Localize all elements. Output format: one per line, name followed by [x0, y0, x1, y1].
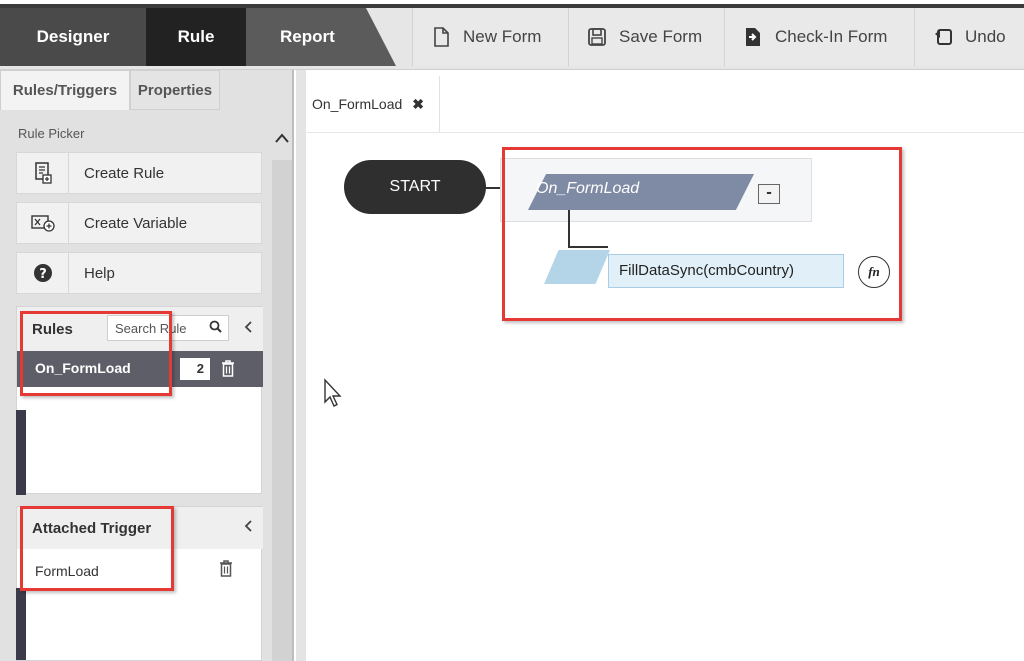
save-icon [587, 27, 607, 47]
mouse-pointer-icon [323, 378, 343, 408]
panel-edge-marker-lower [16, 588, 26, 660]
tab-rule[interactable]: Rule [146, 8, 246, 66]
rules-list-panel: Rules Search Rule On_FormLoad 2 [16, 306, 263, 494]
collapse-trigger-chevron-icon[interactable] [243, 519, 253, 537]
canvas-tab-divider [306, 132, 1024, 133]
rule-node-label: On_FormLoad [536, 180, 640, 197]
attached-trigger-header: Attached Trigger [17, 507, 263, 549]
panel-subtabs: Rules/Triggers Properties [0, 70, 294, 110]
action-node-shape[interactable] [544, 250, 610, 284]
window-top-border [0, 0, 1024, 8]
subtab-rules-triggers[interactable]: Rules/Triggers [0, 70, 130, 110]
delete-trigger-trash-icon[interactable] [218, 559, 236, 579]
action-node[interactable]: FillDataSync(cmbCountry) [608, 254, 844, 288]
search-rule-input[interactable]: Search Rule [107, 315, 229, 341]
help-label: Help [84, 264, 115, 282]
branch-connector-vertical [568, 210, 570, 248]
undo-icon [933, 27, 953, 47]
start-connector [486, 187, 500, 189]
left-panel: Rules/Triggers Properties Rule Picker Cr… [0, 70, 294, 661]
tab-on-formload[interactable]: On_FormLoad ✖ [306, 76, 440, 132]
help-icon: ? [17, 253, 69, 293]
new-document-icon [431, 27, 451, 47]
undo-label: Undo [965, 27, 1006, 46]
close-tab-icon[interactable]: ✖ [412, 96, 424, 113]
rule-list-item[interactable]: On_FormLoad 2 [17, 351, 263, 387]
create-rule-icon [17, 153, 69, 193]
undo-button[interactable]: Undo [914, 8, 1024, 66]
function-icon[interactable]: fn [858, 256, 890, 288]
check-in-form-label: Check-In Form [775, 27, 888, 46]
check-in-form-button[interactable]: Check-In Form [724, 8, 914, 66]
search-rule-text: Search Rule [115, 321, 187, 336]
scroll-up-arrow[interactable] [272, 132, 292, 150]
rule-picker-title: Rule Picker [18, 126, 85, 141]
branch-connector-horizontal [568, 246, 608, 248]
subtab-properties[interactable]: Properties [130, 70, 220, 110]
new-form-button[interactable]: New Form [412, 8, 568, 66]
create-rule-button[interactable]: Create Rule [16, 152, 262, 194]
panel-scrollbar[interactable] [272, 160, 292, 661]
start-node[interactable]: START [344, 160, 486, 214]
tab-designer[interactable]: Designer [0, 8, 146, 66]
rule-designer-canvas[interactable]: On_FormLoad ✖ START On_FormLoad - FillDa… [296, 70, 1024, 661]
attached-trigger-panel: Attached Trigger FormLoad [16, 506, 263, 661]
rules-header: Rules Search Rule [17, 307, 263, 351]
collapse-rules-chevron-icon[interactable] [243, 320, 253, 338]
save-form-label: Save Form [619, 27, 703, 46]
create-rule-label: Create Rule [84, 164, 165, 182]
panel-edge-marker [16, 410, 26, 495]
svg-text:?: ? [39, 267, 47, 282]
delete-rule-trash-icon[interactable] [220, 359, 238, 379]
create-variable-button[interactable]: Create Variable [16, 202, 262, 244]
rule-name: On_FormLoad [35, 360, 131, 376]
attached-trigger-title: Attached Trigger [32, 520, 152, 537]
rules-title: Rules [32, 321, 73, 338]
canvas-tab-label: On_FormLoad [312, 96, 403, 112]
tab-report[interactable]: Report [246, 8, 396, 66]
rule-count-badge: 2 [180, 358, 210, 380]
save-form-button[interactable]: Save Form [568, 8, 724, 66]
create-variable-label: Create Variable [84, 214, 188, 232]
collapse-node-button[interactable]: - [758, 184, 780, 204]
search-icon[interactable] [209, 320, 222, 336]
create-variable-icon [17, 203, 69, 243]
new-form-label: New Form [463, 27, 542, 46]
check-in-icon [743, 27, 763, 47]
help-button[interactable]: ? Help [16, 252, 262, 294]
trigger-list-item[interactable]: FormLoad [35, 563, 99, 579]
